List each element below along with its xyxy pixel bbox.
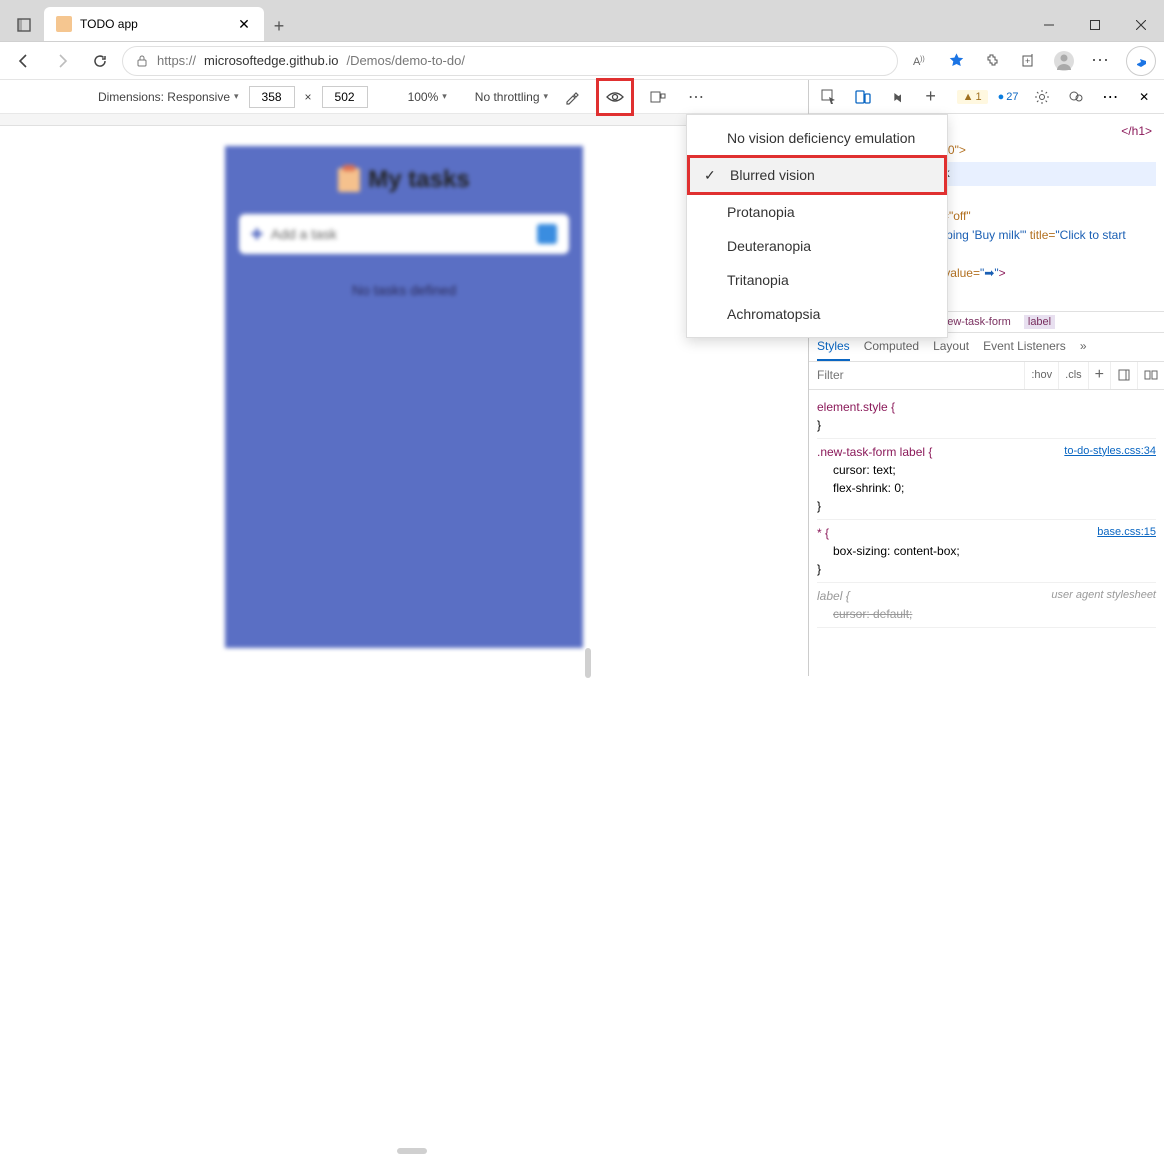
more-tabs-chevron-icon[interactable]: »: [1080, 333, 1087, 361]
vision-deficiency-button[interactable]: [601, 83, 629, 111]
vision-option-blurred[interactable]: Blurred vision: [690, 158, 944, 192]
styles-body[interactable]: element.style {} to-do-styles.css:34 .ne…: [809, 390, 1164, 632]
profile-icon[interactable]: [1048, 45, 1080, 77]
viewport-height-input[interactable]: [322, 86, 368, 108]
vision-deficiency-menu: No vision deficiency emulation Blurred v…: [686, 114, 948, 338]
inspect-icon[interactable]: [815, 83, 843, 111]
devtools-toolbar: + ▲ 1 27 ⋯ ✕: [809, 80, 1164, 114]
css-overview-icon[interactable]: [644, 83, 672, 111]
minimize-button[interactable]: [1026, 9, 1072, 41]
rule-ua-label[interactable]: user agent stylesheet label { cursor: de…: [817, 583, 1156, 628]
tab-event-listeners[interactable]: Event Listeners: [983, 333, 1066, 361]
url-host: microsoftedge.github.io: [204, 53, 338, 68]
new-tab-plus-icon[interactable]: +: [917, 83, 945, 111]
tab-favicon-icon: [56, 16, 72, 32]
settings-icon[interactable]: [1028, 83, 1056, 111]
resize-handle-right[interactable]: [585, 648, 591, 678]
new-rule-plus-icon[interactable]: +: [1088, 362, 1110, 389]
rule-element-style[interactable]: element.style {}: [817, 394, 1156, 439]
crumb-selected[interactable]: label: [1024, 315, 1055, 329]
tab-actions-button[interactable]: [8, 9, 40, 41]
times-label: ×: [305, 90, 312, 104]
submit-icon[interactable]: [537, 224, 557, 244]
more-icon[interactable]: ⋯: [1084, 45, 1116, 77]
vision-option-none[interactable]: No vision deficiency emulation: [687, 121, 947, 155]
computed-sidebar-icon[interactable]: [1110, 362, 1137, 389]
extensions-icon[interactable]: [976, 45, 1008, 77]
read-aloud-icon[interactable]: A)): [904, 45, 936, 77]
browser-tab[interactable]: TODO app ✕: [44, 7, 264, 41]
rule-universal[interactable]: base.css:15 * { box-sizing: content-box;…: [817, 520, 1156, 583]
hov-toggle[interactable]: :hov: [1024, 362, 1058, 389]
vision-option-protanopia[interactable]: Protanopia: [687, 195, 947, 229]
window-titlebar: TODO app ✕ +: [0, 0, 1164, 42]
devtools-more-icon[interactable]: ⋯: [1096, 83, 1124, 111]
refresh-button[interactable]: [84, 45, 116, 77]
zoom-dropdown[interactable]: 100%: [408, 90, 447, 104]
clipboard-icon: [338, 168, 360, 192]
vision-option-highlight: Blurred vision: [687, 155, 947, 195]
more-tabs-icon[interactable]: [883, 83, 911, 111]
collections-icon[interactable]: +: [1012, 45, 1044, 77]
rule-source-link[interactable]: to-do-styles.css:34: [1064, 443, 1156, 460]
forward-button[interactable]: [46, 45, 78, 77]
flex-toggle-icon[interactable]: [1137, 362, 1164, 389]
favorite-icon[interactable]: [940, 45, 972, 77]
vision-option-tritanopia[interactable]: Tritanopia: [687, 263, 947, 297]
url-bar: https:// microsoftedge.github.io/Demos/de…: [0, 42, 1164, 80]
url-path: /Demos/demo-to-do/: [346, 53, 465, 68]
warning-badge[interactable]: ▲ 1: [957, 90, 988, 104]
emulated-viewport[interactable]: My tasks ✚ Add a task No tasks defined: [225, 146, 583, 648]
rule-source-link[interactable]: base.css:15: [1097, 524, 1156, 541]
styles-filter-row: :hov .cls +: [809, 362, 1164, 390]
devtools-close-icon[interactable]: ✕: [1130, 83, 1158, 111]
app-title: My tasks: [368, 166, 469, 194]
svg-text:)): )): [920, 56, 925, 63]
vision-deficiency-button-highlight: [596, 78, 634, 116]
svg-text:+: +: [1025, 56, 1030, 66]
app-header: My tasks: [225, 146, 583, 214]
resize-handle-bottom[interactable]: [397, 1148, 427, 1154]
info-badge[interactable]: 27: [994, 90, 1023, 104]
bing-sidebar-icon[interactable]: [1126, 46, 1156, 76]
code-line: </h1>: [1121, 124, 1152, 138]
new-tab-button[interactable]: +: [264, 11, 294, 41]
maximize-button[interactable]: [1072, 9, 1118, 41]
address-field[interactable]: https:// microsoftedge.github.io/Demos/de…: [122, 46, 898, 76]
back-button[interactable]: [8, 45, 40, 77]
tab-strip: TODO app ✕ +: [0, 7, 1026, 41]
vision-option-deuteranopia[interactable]: Deuteranopia: [687, 229, 947, 263]
close-tab-icon[interactable]: ✕: [236, 16, 252, 32]
throttling-dropdown[interactable]: No throttling: [475, 90, 548, 104]
window-controls: [1026, 9, 1164, 41]
styles-filter-input[interactable]: [809, 368, 1024, 382]
add-task-row[interactable]: ✚ Add a task: [239, 214, 569, 254]
rule-new-task-label[interactable]: to-do-styles.css:34 .new-task-form label…: [817, 439, 1156, 520]
device-toggle-icon[interactable]: [849, 83, 877, 111]
rule-source-ua: user agent stylesheet: [1051, 587, 1156, 604]
viewport-width-input[interactable]: [249, 86, 295, 108]
feedback-icon[interactable]: [1062, 83, 1090, 111]
cls-toggle[interactable]: .cls: [1058, 362, 1088, 389]
tab-title: TODO app: [80, 17, 228, 31]
device-more-icon[interactable]: ⋯: [682, 83, 710, 111]
device-toolbar: Dimensions: Responsive × 100% No throttl…: [0, 80, 808, 114]
dimensions-dropdown[interactable]: Dimensions: Responsive: [98, 90, 239, 104]
vision-option-achromatopsia[interactable]: Achromatopsia: [687, 297, 947, 331]
close-window-button[interactable]: [1118, 9, 1164, 41]
toolbar-icons: A)) + ⋯: [904, 45, 1116, 77]
url-prefix: https://: [157, 53, 196, 68]
plus-icon: ✚: [251, 226, 263, 243]
add-task-placeholder: Add a task: [271, 226, 337, 242]
eyedropper-icon[interactable]: [558, 83, 586, 111]
empty-state-label: No tasks defined: [225, 282, 583, 298]
content-area: Dimensions: Responsive × 100% No throttl…: [0, 80, 1164, 676]
lock-icon: [135, 54, 149, 68]
